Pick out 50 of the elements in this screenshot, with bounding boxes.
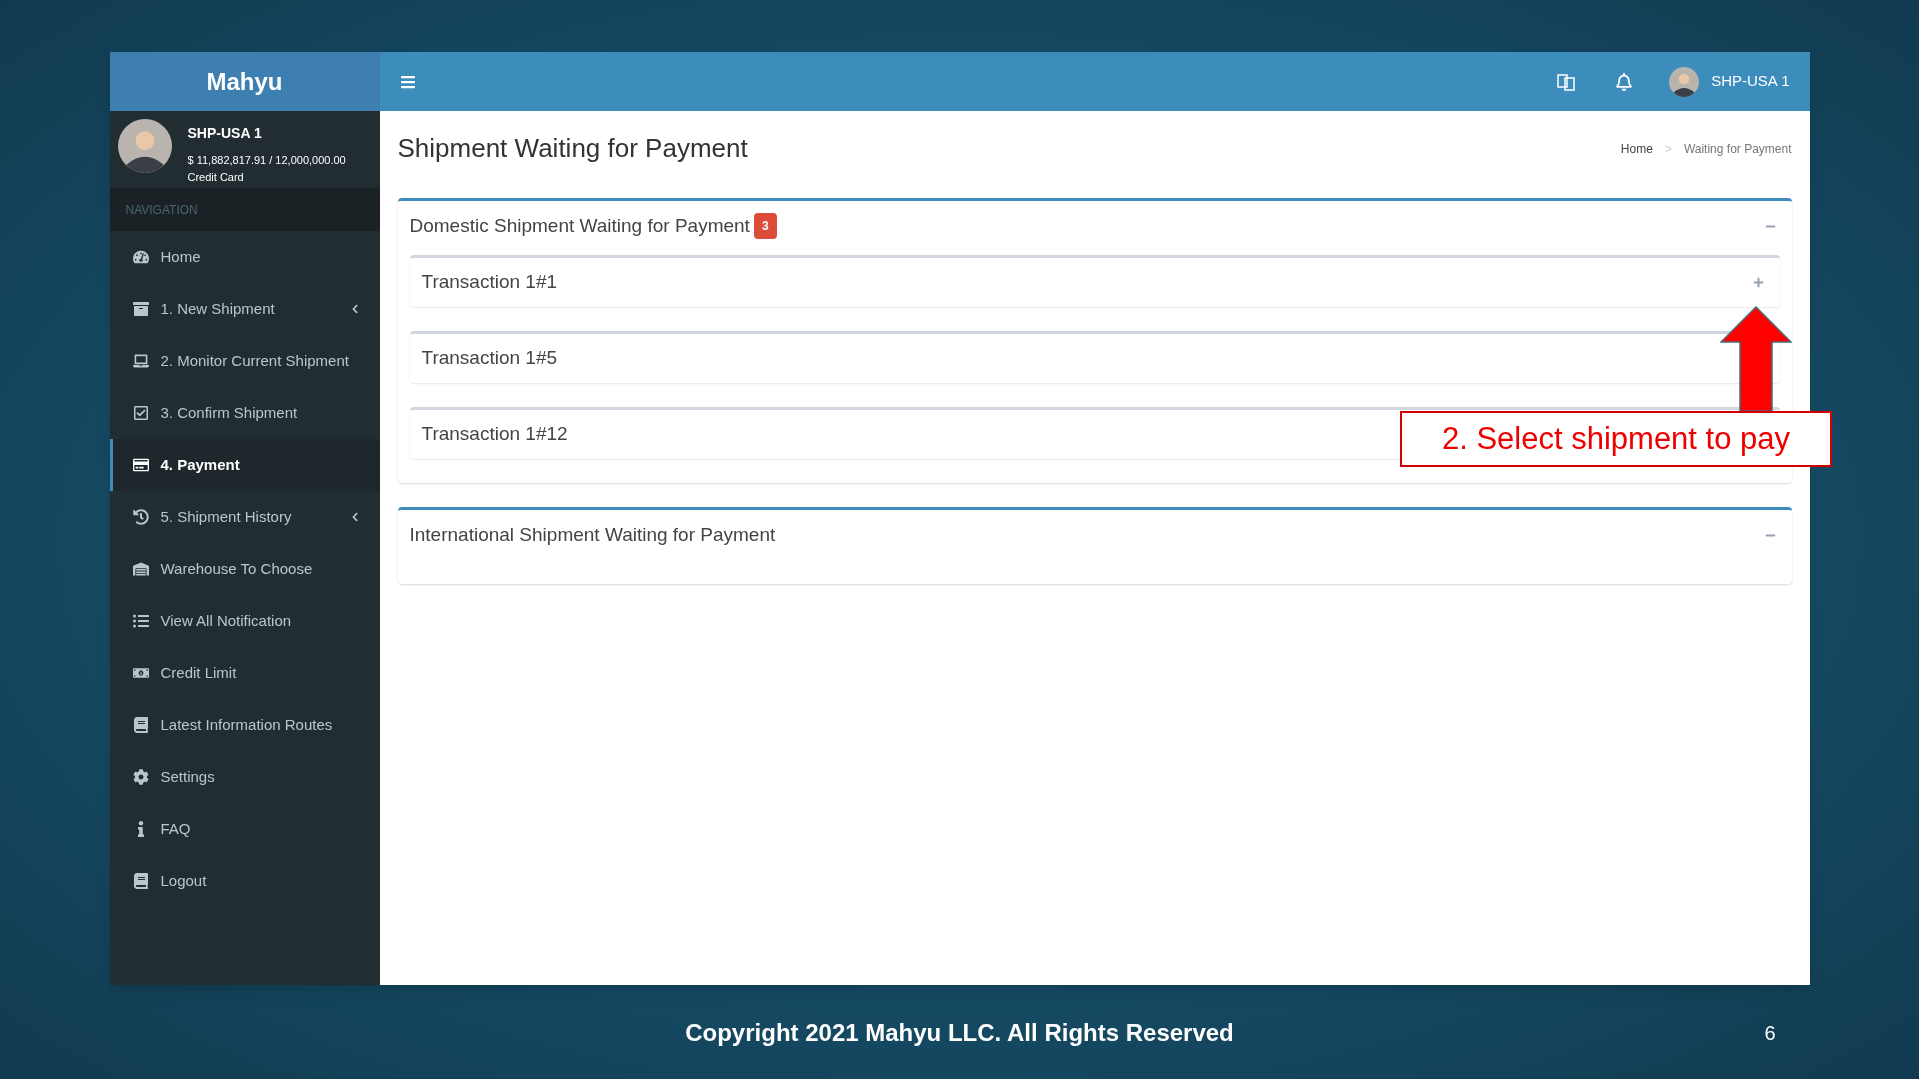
gauge-icon: [132, 249, 149, 265]
transaction-row[interactable]: Transaction 1#1: [409, 255, 1780, 307]
nav-item[interactable]: 3. Confirm Shipment: [109, 387, 380, 439]
breadcrumb-link[interactable]: Home: [1620, 139, 1653, 158]
page-number: 6: [1764, 1021, 1776, 1046]
menu-icon: [399, 73, 416, 90]
nav-item[interactable]: Home: [109, 231, 380, 283]
nav-item[interactable]: 4. Payment: [109, 439, 380, 491]
settings-icon: [132, 769, 149, 785]
payment-method: Credit Card: [187, 169, 245, 185]
avatar: [1669, 66, 1700, 97]
count-badge: 3: [753, 213, 777, 239]
transaction-label: Transaction 1#1: [421, 270, 558, 295]
nav-heading: NAVIGATION: [125, 201, 198, 219]
copyright-text: Copyright 2021 Mahyu LLC. All Rights Reserved: [685, 1018, 1234, 1048]
page-title: Shipment Waiting for Payment: [397, 132, 748, 165]
avatar: [117, 119, 172, 173]
user-menu[interactable]: SHP-USA 1: [1711, 70, 1790, 93]
panel-title: International Shipment Waiting for Payment: [409, 522, 776, 547]
brand-logo[interactable]: Mahyu: [206, 63, 283, 100]
nav-item[interactable]: 5. Shipment History: [109, 491, 380, 543]
book-icon: [132, 717, 149, 733]
nav-item[interactable]: Logout: [109, 855, 380, 907]
laptop-icon: [132, 353, 149, 369]
translate-icon: [1557, 72, 1576, 91]
panel-title: Domestic Shipment Waiting for Payment: [409, 213, 750, 238]
nav-item[interactable]: FAQ: [109, 803, 380, 855]
nav-item[interactable]: View All Notification: [109, 595, 380, 647]
list-icon: [132, 613, 149, 629]
nav-item[interactable]: Credit Limit: [109, 647, 380, 699]
nav-item[interactable]: Latest Information Routes: [109, 699, 380, 751]
credit-balance: $ 11,882,817.91 / 12,000,000.00: [187, 153, 346, 168]
transaction-label: Transaction 1#12: [421, 422, 568, 447]
bell-icon: [1615, 72, 1634, 91]
book-icon: [132, 873, 149, 889]
breadcrumb-link[interactable]: Waiting for Payment: [1683, 139, 1792, 158]
nav-item[interactable]: 2. Monitor Current Shipment: [109, 335, 380, 387]
history-icon: [132, 509, 149, 525]
warehouse-icon: [132, 561, 149, 577]
nav-item[interactable]: 1. New Shipment: [109, 283, 380, 335]
user-name: SHP-USA 1: [187, 124, 263, 143]
nav-item[interactable]: Warehouse To Choose: [109, 543, 380, 595]
nav-item[interactable]: Settings: [109, 751, 380, 803]
credit-card-icon: [132, 457, 149, 473]
box-icon: [132, 301, 149, 317]
breadcrumb-separator: >: [1663, 140, 1673, 158]
plus-icon: [1752, 277, 1764, 288]
checkbox-icon: [132, 405, 149, 421]
banknote-icon: [132, 665, 149, 681]
transaction-label: Transaction 1#5: [421, 346, 558, 371]
